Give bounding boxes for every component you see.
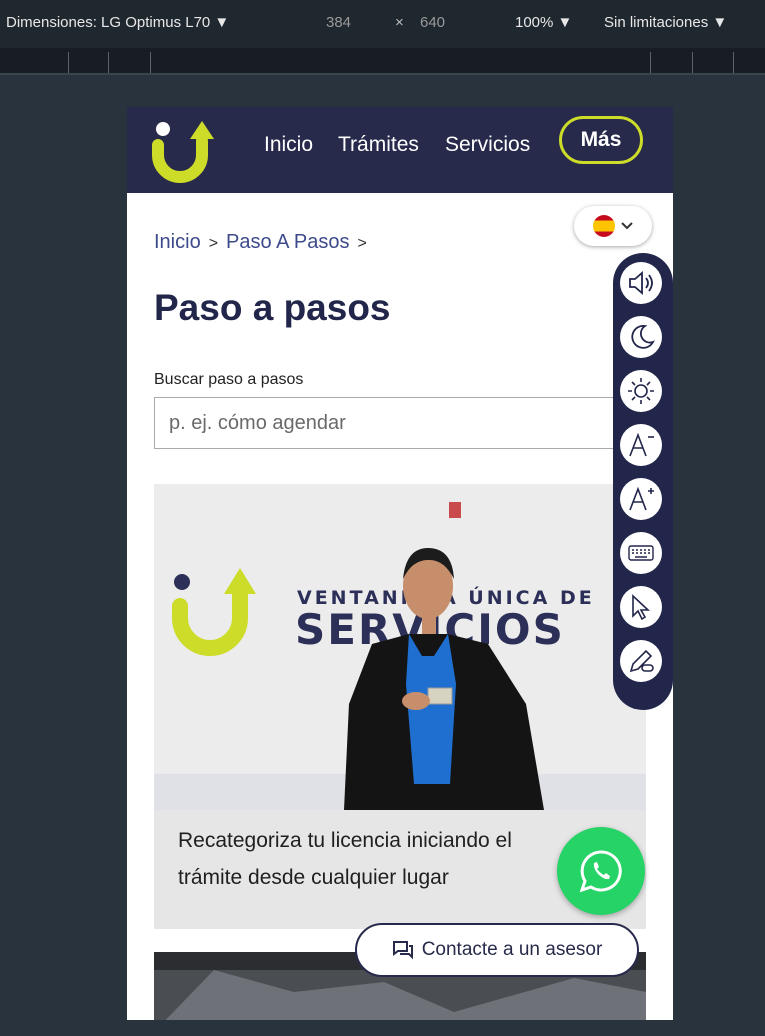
font-increase-icon[interactable] [620, 478, 662, 520]
width-field[interactable]: 384 [326, 14, 351, 31]
throttle-label: Sin limitaciones [604, 14, 709, 31]
keyboard-icon[interactable] [620, 532, 662, 574]
accessibility-toolbar [613, 253, 673, 710]
breadcrumb-home[interactable]: Inicio [154, 231, 201, 253]
breadcrumb-current[interactable]: Paso A Pasos [226, 231, 349, 253]
sun-icon[interactable] [620, 370, 662, 412]
card-title: Recategoriza tu licencia iniciando el tr… [178, 829, 512, 889]
pen-link-icon[interactable] [620, 640, 662, 682]
top-navbar: Inicio Trámites Servicios Más [127, 107, 673, 193]
breadcrumb: Inicio > Paso A Pasos > [154, 231, 375, 254]
height-field[interactable]: 640 [420, 14, 445, 31]
breadcrumb-separator: > [208, 235, 219, 252]
search-label: Buscar paso a pasos [154, 371, 304, 388]
card-photo: VENTANILLA ÚNICA DE SERVICIOS [154, 484, 646, 810]
more-button[interactable]: Más [559, 116, 643, 164]
nav-servicios[interactable]: Servicios [445, 133, 530, 157]
device-viewport: Inicio Trámites Servicios Más Inicio > Pas… [127, 107, 673, 1020]
whatsapp-button[interactable] [557, 827, 645, 915]
spain-flag-icon [593, 215, 615, 237]
contact-advisor-button[interactable]: Contacte a un asesor [355, 923, 639, 977]
devtools-toolbar: Dimensiones: LG Optimus L70 ▼ 384 × 640 … [0, 0, 765, 48]
media-query-ruler[interactable] [0, 48, 765, 75]
whatsapp-icon [579, 850, 622, 893]
chevron-down-icon [621, 222, 633, 230]
breadcrumb-separator: > [357, 235, 367, 252]
speaker-icon[interactable] [620, 262, 662, 304]
chat-icon [392, 941, 413, 960]
contact-label: Contacte a un asesor [421, 939, 603, 960]
logo[interactable] [152, 115, 222, 185]
search-input[interactable] [154, 397, 654, 449]
times-sign: × [395, 14, 404, 31]
language-selector[interactable] [574, 206, 652, 246]
page-title: Paso a pasos [154, 287, 391, 328]
device-label: Dimensiones: LG Optimus L70 [6, 14, 211, 31]
font-decrease-icon[interactable] [620, 424, 662, 466]
throttle-select[interactable]: Sin limitaciones ▼ [604, 14, 727, 31]
nav-inicio[interactable]: Inicio [264, 133, 313, 157]
zoom-label: 100% [515, 14, 554, 31]
moon-icon[interactable] [620, 316, 662, 358]
nav-tramites[interactable]: Trámites [338, 133, 419, 157]
cursor-icon[interactable] [620, 586, 662, 628]
zoom-select[interactable]: 100% ▼ [515, 14, 572, 31]
device-select[interactable]: Dimensiones: LG Optimus L70 ▼ [6, 14, 229, 31]
